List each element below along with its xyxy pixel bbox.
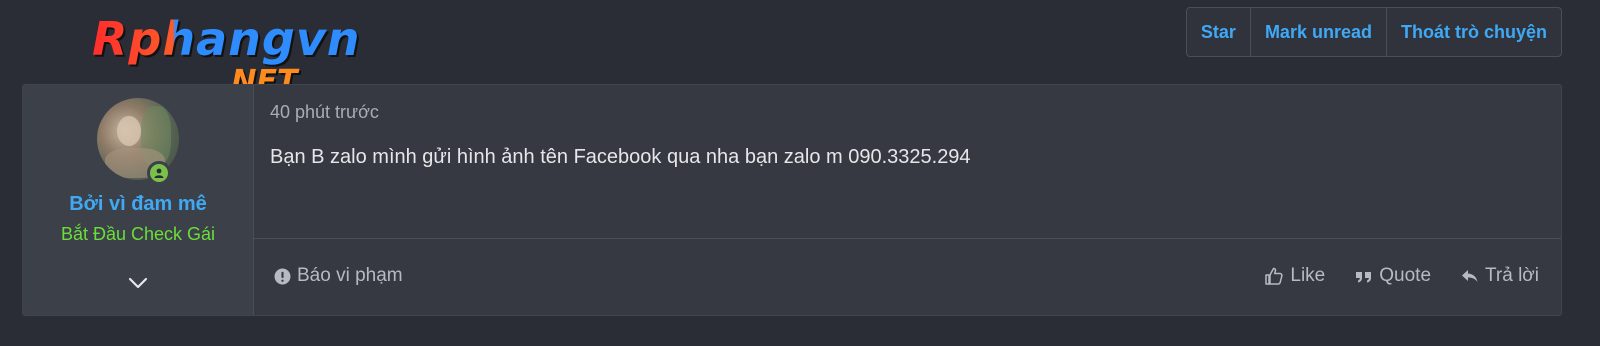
username-link[interactable]: Bởi vì đam mê	[23, 193, 253, 216]
conversation-toolbar: Star Mark unread Thoát trò chuyện	[1185, 7, 1562, 57]
online-status-icon	[147, 161, 171, 185]
reply-label: Trả lời	[1485, 265, 1539, 286]
message-text: Bạn B zalo mình gửi hình ảnh tên Faceboo…	[270, 146, 971, 168]
reply-button[interactable]: Trả lời	[1461, 265, 1539, 287]
logo-text: Rphangvn	[92, 12, 361, 66]
mark-unread-button[interactable]: Mark unread	[1249, 8, 1386, 56]
star-button[interactable]: Star	[1187, 8, 1250, 56]
message-body: 40 phút trước Bạn B zalo mình gửi hình ả…	[254, 85, 1561, 315]
report-label: Báo vi phạm	[297, 265, 403, 286]
like-label: Like	[1290, 265, 1326, 286]
quote-icon	[1355, 268, 1373, 284]
chevron-down-icon[interactable]	[126, 273, 150, 293]
user-title: Bắt Đầu Check Gái	[60, 224, 216, 244]
quote-button[interactable]: Quote	[1355, 265, 1431, 287]
quote-label: Quote	[1379, 265, 1432, 286]
leave-conversation-button[interactable]: Thoát trò chuyện	[1385, 8, 1561, 56]
thumbs-up-icon	[1264, 266, 1284, 286]
alert-icon	[274, 268, 291, 285]
report-button[interactable]: Báo vi phạm	[274, 265, 403, 287]
message-timestamp[interactable]: 40 phút trước	[270, 102, 379, 123]
divider	[254, 238, 1561, 239]
message-post: Bởi vì đam mê Bắt Đầu Check Gái 40 phút …	[22, 84, 1562, 316]
user-panel: Bởi vì đam mê Bắt Đầu Check Gái	[23, 85, 254, 315]
reply-icon	[1461, 268, 1479, 284]
like-button[interactable]: Like	[1264, 265, 1325, 287]
post-actions: Like Quote Trả lời	[1264, 265, 1539, 287]
